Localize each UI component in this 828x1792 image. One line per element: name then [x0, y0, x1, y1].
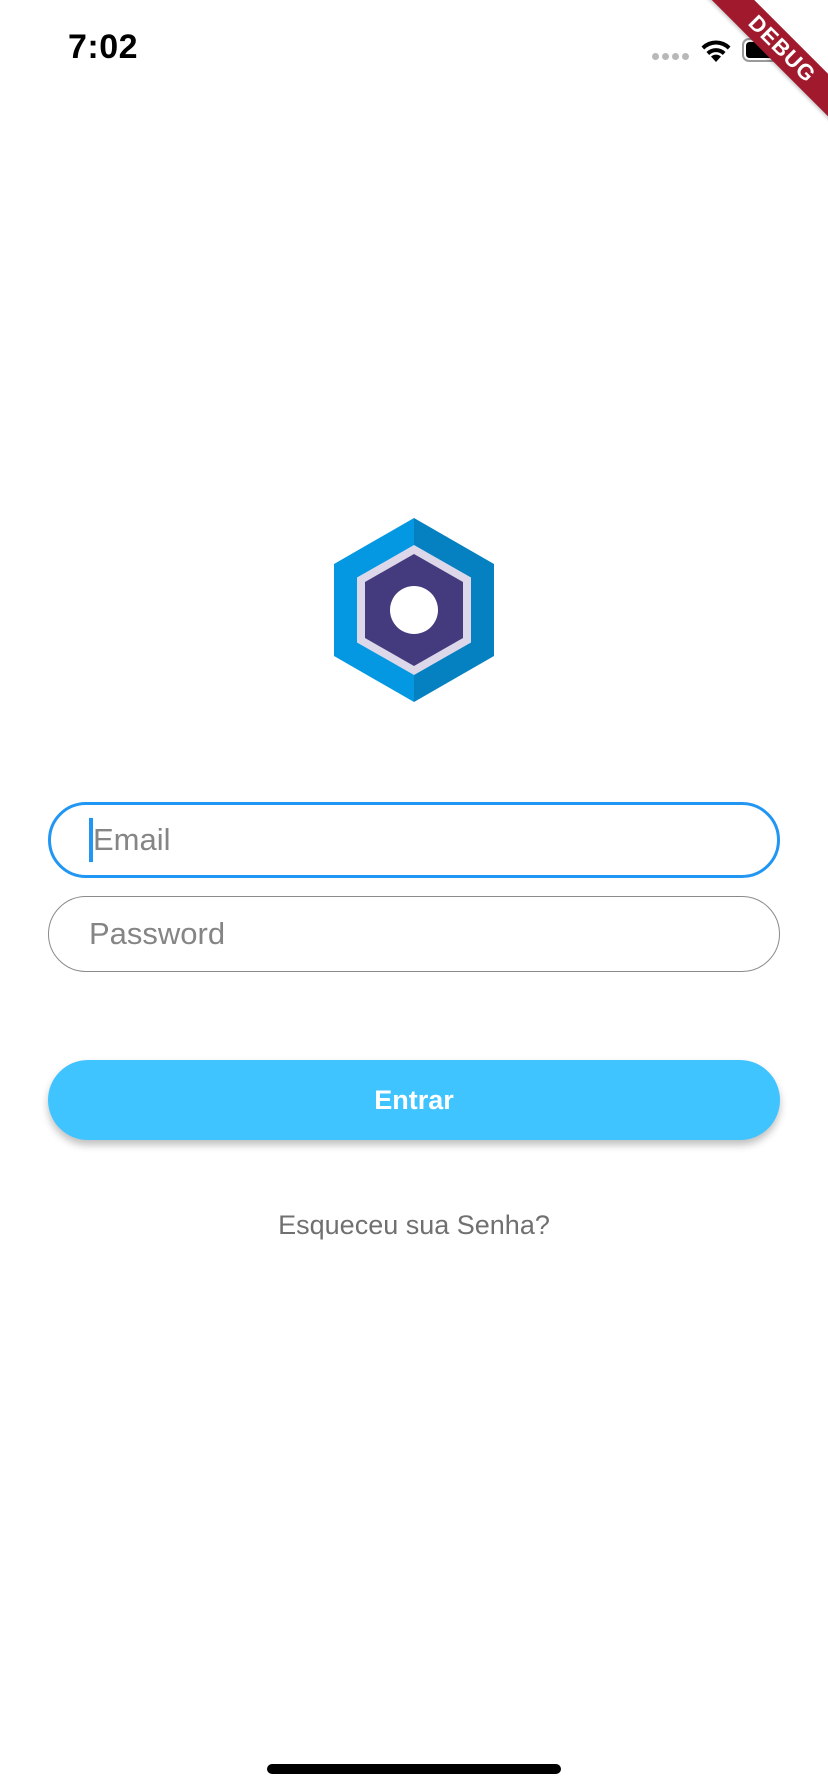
password-field[interactable]: Password	[48, 896, 780, 972]
wifi-icon	[701, 40, 731, 62]
login-screen: 7:02 DEBUG Email Password Entrar Esquece…	[0, 0, 828, 1792]
status-time: 7:02	[68, 28, 139, 66]
login-button[interactable]: Entrar	[48, 1060, 780, 1140]
cellular-signal-icon	[652, 53, 689, 60]
email-placeholder: Email	[93, 822, 171, 857]
forgot-password-link[interactable]: Esqueceu sua Senha?	[0, 1210, 828, 1241]
password-placeholder: Password	[89, 916, 226, 951]
hexagon-logo-icon	[334, 518, 494, 702]
home-indicator[interactable]	[267, 1764, 561, 1774]
email-field[interactable]: Email	[48, 802, 780, 878]
login-button-label: Entrar	[374, 1084, 454, 1115]
